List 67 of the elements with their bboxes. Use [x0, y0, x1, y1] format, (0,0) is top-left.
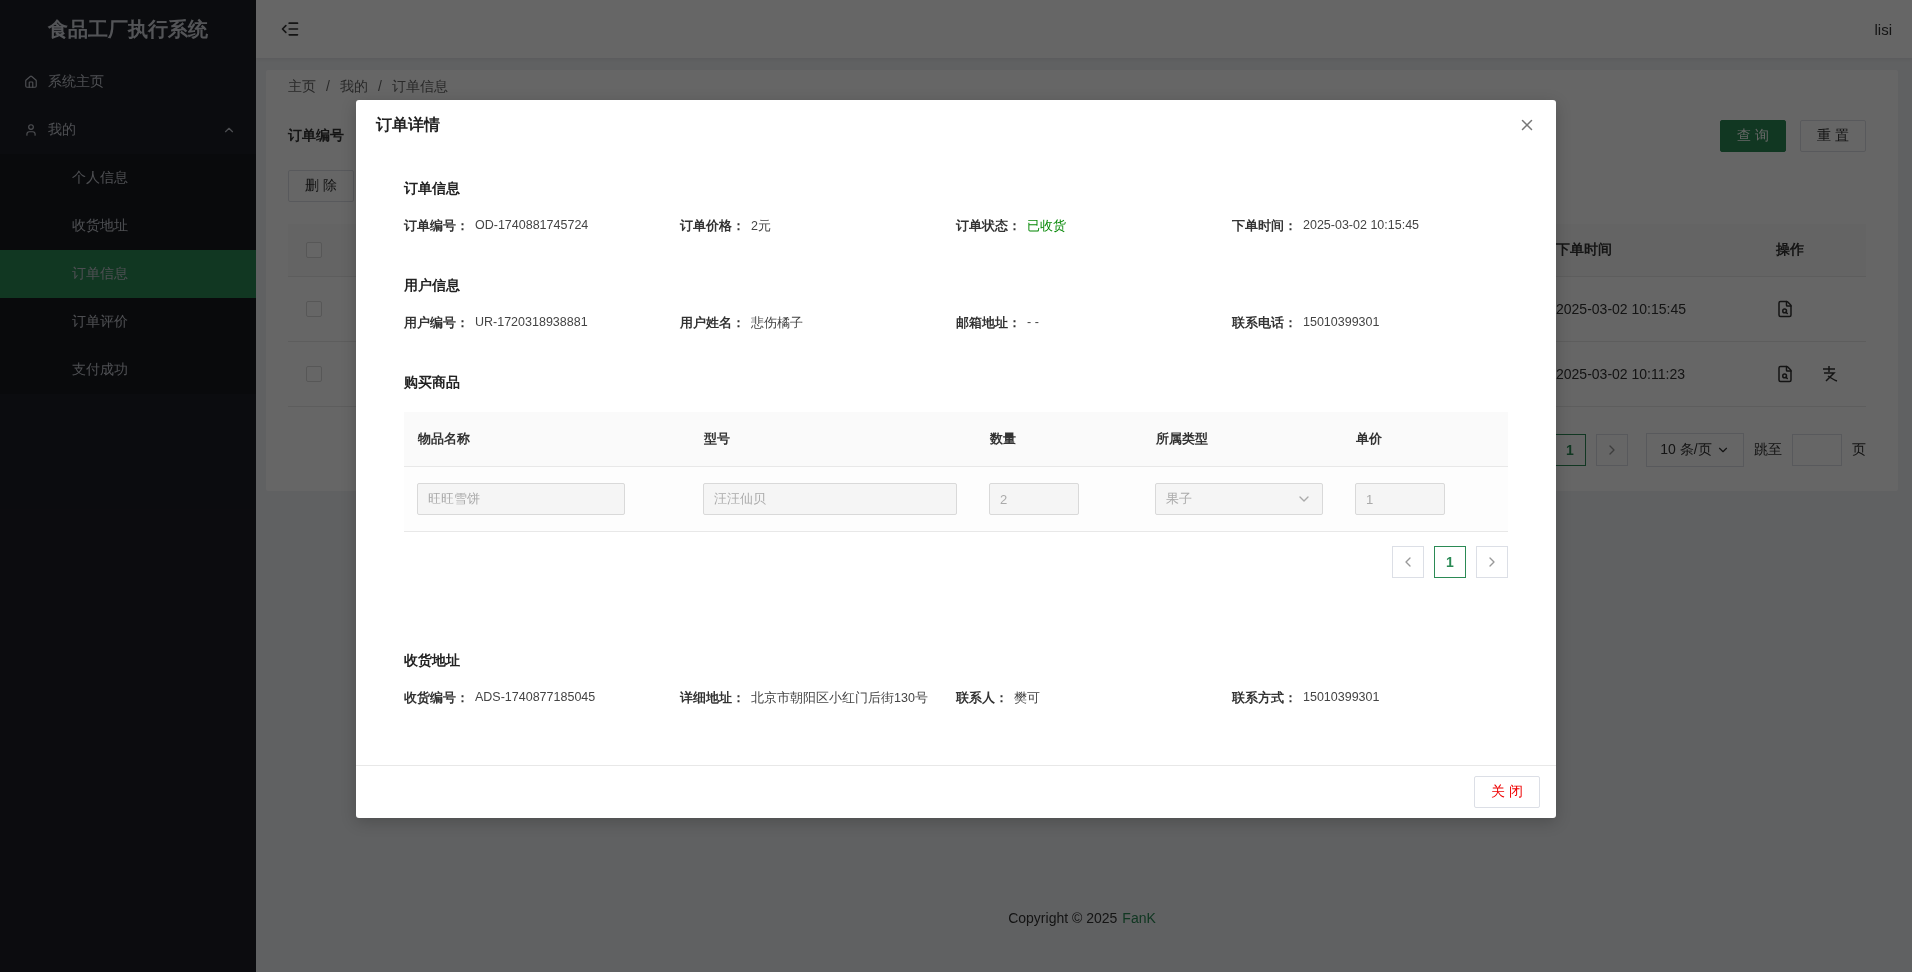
field-value: - - — [1027, 315, 1039, 331]
app-title: 食品工厂执行系统 — [47, 16, 209, 42]
field-label: 详细地址： — [680, 690, 745, 707]
field-label: 订单状态： — [956, 218, 1021, 235]
filter-label: 订单编号 — [288, 127, 344, 145]
field-label: 用户姓名： — [680, 315, 745, 332]
table-cell: 2025-03-02 10:11:23 — [1556, 366, 1685, 382]
column-header: 单价 — [1356, 430, 1382, 448]
table-cell: 2025-03-02 10:15:45 — [1556, 301, 1686, 317]
query-button[interactable]: 查 询 — [1720, 120, 1787, 152]
column-header: 操作 — [1776, 241, 1804, 259]
breadcrumb-separator: / — [326, 78, 330, 96]
next-page-button[interactable] — [1476, 546, 1508, 578]
breadcrumb-separator: / — [377, 78, 382, 96]
user-icon — [24, 123, 38, 137]
dialog-title: 订单详情 — [376, 114, 440, 135]
field-label: 联系电话： — [1232, 315, 1297, 332]
section-title: 用户信息 — [404, 277, 461, 295]
section-title: 订单信息 — [404, 180, 461, 198]
field-value: 15010399301 — [1303, 315, 1380, 331]
column-header: 物品名称 — [418, 430, 470, 448]
field-label: 下单时间： — [1232, 218, 1297, 235]
page-button[interactable]: 1 — [1434, 546, 1466, 578]
field-label: 邮箱地址： — [956, 315, 1021, 332]
breadcrumb-item[interactable]: 我的 — [339, 78, 368, 96]
field-value: 悲伤橘子 — [751, 315, 803, 332]
field-value: 15010399301 — [1303, 690, 1380, 706]
menu-toggle-icon[interactable] — [280, 19, 300, 39]
brand-link[interactable]: FanK — [1122, 910, 1156, 926]
field-label: 用户编号： — [404, 315, 469, 332]
status-value: 已收货 — [1027, 218, 1066, 235]
user-name[interactable]: lisi — [1874, 20, 1892, 38]
page-unit: 页 — [1852, 441, 1866, 459]
copyright-text: Copyright © 2025 — [1008, 910, 1118, 926]
field-label: 订单编号： — [404, 218, 469, 235]
page-button[interactable]: 1 — [1554, 434, 1586, 466]
field-value: ADS-1740877185045 — [475, 690, 596, 706]
delete-button[interactable]: 删 除 — [288, 170, 354, 202]
menu-group[interactable]: 我的 — [0, 106, 256, 154]
field-value: 2025-03-02 10:15:45 — [1303, 218, 1420, 234]
view-details-icon[interactable] — [1776, 365, 1794, 383]
field-label: 收货编号： — [404, 690, 469, 707]
payment-icon[interactable] — [1820, 365, 1838, 383]
field-value: 樊可 — [1014, 690, 1040, 707]
breadcrumb-item[interactable]: 订单信息 — [391, 78, 448, 96]
page-size-select[interactable]: 10 条/页 — [1646, 433, 1744, 467]
field-label: 联系人： — [956, 690, 1008, 707]
section-title: 收货地址 — [404, 652, 461, 670]
column-header: 所属类型 — [1156, 430, 1208, 448]
home-icon — [24, 75, 38, 89]
field-label: 联系方式： — [1232, 690, 1297, 707]
column-header: 数量 — [990, 430, 1016, 448]
field-value: 2元 — [751, 218, 771, 235]
prev-page-button[interactable] — [1392, 546, 1424, 578]
jump-label: 跳至 — [1754, 441, 1782, 459]
field-label: 订单价格： — [680, 218, 745, 235]
column-header: 下单时间 — [1556, 241, 1612, 259]
breadcrumb-item[interactable]: 主页 — [288, 78, 316, 96]
field-value: 北京市朝阳区小红门后街130号 — [751, 690, 928, 707]
reset-button[interactable]: 重 置 — [1800, 120, 1866, 152]
next-page-button[interactable] — [1596, 434, 1628, 466]
field-value: OD-1740881745724 — [475, 218, 589, 234]
column-header: 型号 — [704, 430, 730, 448]
section-title: 购买商品 — [404, 374, 461, 392]
field-value: UR-1720318938881 — [475, 315, 588, 331]
close-button[interactable]: 关 闭 — [1474, 776, 1540, 808]
view-details-icon[interactable] — [1776, 300, 1794, 318]
